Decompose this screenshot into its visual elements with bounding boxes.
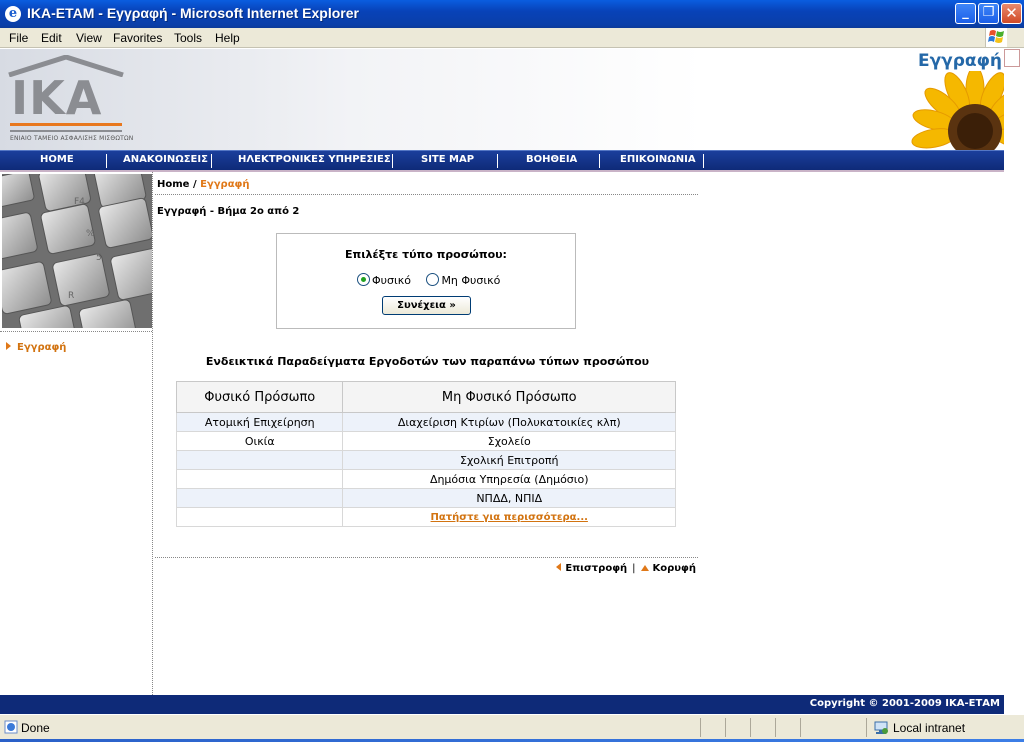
ie-icon: e [5, 6, 21, 22]
breadcrumb: Home / Εγγραφή [157, 179, 250, 190]
column-header: Φυσικό Πρόσωπο [175, 381, 344, 413]
svg-text:%: % [86, 229, 95, 239]
menu-bar: File Edit View Favorites Tools Help [0, 28, 1024, 48]
table-row: Πατήστε για περισσότερα... [175, 507, 676, 527]
table-row: Δημόσια Υπηρεσία (Δημόσιο) [175, 469, 676, 489]
radio-physical[interactable] [357, 273, 370, 286]
intranet-icon [874, 721, 888, 734]
table-cell [175, 450, 344, 470]
right-column [701, 172, 1004, 695]
table-cell: ΝΠΔΔ, ΝΠΙΔ [342, 488, 676, 508]
back-link[interactable]: Επιστροφή [565, 563, 627, 574]
svg-text:F4: F4 [74, 197, 85, 207]
radio-physical-label[interactable]: Φυσικό [372, 274, 411, 287]
step-heading: Εγγραφή - Βήμα 2ο από 2 [157, 206, 300, 217]
arrow-up-icon [640, 565, 649, 571]
person-type-options: Φυσικό Μη Φυσικό [357, 273, 512, 287]
close-icon[interactable]: ✕ [1001, 3, 1022, 24]
nav-contact[interactable]: ΕΠΙΚΟΙΝΩΝΙΑ [620, 154, 696, 165]
menu-tools[interactable]: Tools [174, 31, 202, 45]
logo-text: IKA [11, 71, 103, 125]
security-zone: Local intranet [893, 721, 966, 735]
menu-favorites[interactable]: Favorites [113, 31, 162, 45]
maximize-icon[interactable]: ❐ [978, 3, 999, 24]
nav-e-services[interactable]: ΗΛΕΚΤΡΟΝΙΚΕΣ ΥΠΗΡΕΣΙΕΣ [238, 154, 391, 165]
left-sidebar: F4 % 5 R Εγγραφή [0, 172, 153, 695]
broken-image-icon [1004, 49, 1020, 67]
main-content: Home / Εγγραφή Εγγραφή - Βήμα 2ο από 2 Ε… [155, 172, 700, 695]
logo-subtitle: ΕΝΙΑΙΟ ΤΑΜΕΙΟ ΑΣΦΑΛΙΣΗΣ ΜΙΣΘΩΤΩΝ [10, 135, 134, 142]
radio-non-physical[interactable] [426, 273, 440, 286]
arrow-right-icon [6, 342, 11, 350]
site-header: IKA ΕΝΙΑΙΟ ΤΑΜΕΙΟ ΑΣΦΑΛΙΣΗΣ ΜΙΣΘΩΤΩΝ Εγγ… [0, 49, 1005, 150]
window-title: ΙΚΑ-ΕΤΑΜ - Εγγραφή - Microsoft Internet … [27, 5, 359, 21]
nav-help[interactable]: ΒΟΗΘΕΙΑ [526, 154, 577, 165]
continue-button[interactable]: Συνέχεια » [382, 296, 471, 315]
radio-non-physical-label[interactable]: Μη Φυσικό [441, 274, 500, 287]
sidebar-link-registration[interactable]: Εγγραφή [6, 342, 66, 353]
windows-logo-icon [985, 28, 1007, 47]
page-done-icon [4, 720, 18, 734]
scrollbar-area[interactable] [1004, 49, 1024, 714]
table-cell [175, 469, 344, 489]
main-nav: HOME ΑΝΑΚΟΙΝΩΣΕΙΣ ΗΛΕΚΤΡΟΝΙΚΕΣ ΥΠΗΡΕΣΙΕΣ… [0, 150, 1004, 172]
breadcrumb-home[interactable]: Home [157, 179, 189, 190]
person-type-question: Επιλέξτε τύπο προσώπου: [345, 248, 507, 261]
table-row: ΝΠΔΔ, ΝΠΙΔ [175, 488, 676, 508]
copyright-text: Copyright © 2001-2009 ΙΚΑ-ΕΤΑΜ [809, 698, 1000, 709]
table-row: Σχολική Επιτροπή [175, 450, 676, 470]
window-title-bar[interactable]: e ΙΚΑ-ΕΤΑΜ - Εγγραφή - Microsoft Interne… [0, 0, 1024, 28]
nav-site-map[interactable]: SITE MAP [421, 154, 474, 165]
table-cell: Σχολείο [342, 431, 676, 451]
nav-announcements[interactable]: ΑΝΑΚΟΙΝΩΣΕΙΣ [123, 154, 208, 165]
table-row: Οικία Σχολείο [175, 431, 676, 451]
footer-links: Επιστροφή | Κορυφή [556, 563, 696, 574]
status-bar: Done Local intranet [0, 714, 1024, 742]
keyboard-image: F4 % 5 R [2, 174, 152, 328]
menu-view[interactable]: View [76, 31, 102, 45]
breadcrumb-current: Εγγραφή [200, 179, 250, 190]
page-title: Εγγραφή [917, 51, 1002, 71]
menu-help[interactable]: Help [215, 31, 240, 45]
menu-file[interactable]: File [9, 31, 28, 45]
person-type-form: Επιλέξτε τύπο προσώπου: Φυσικό Μη Φυσικό… [276, 233, 576, 329]
examples-title: Ενδεικτικά Παραδείγματα Εργοδοτών των πα… [205, 355, 650, 368]
table-cell: Σχολική Επιτροπή [342, 450, 676, 470]
ika-logo[interactable]: IKA ΕΝΙΑΙΟ ΤΑΜΕΙΟ ΑΣΦΑΛΙΣΗΣ ΜΙΣΘΩΤΩΝ [7, 55, 133, 147]
table-cell: Διαχείριση Κτιρίων (Πολυκατοικίες κλπ) [342, 412, 676, 432]
more-examples-link[interactable]: Πατήστε για περισσότερα... [342, 507, 676, 527]
arrow-left-icon [556, 563, 562, 571]
copyright-bar: Copyright © 2001-2009 ΙΚΑ-ΕΤΑΜ [0, 695, 1004, 714]
top-link[interactable]: Κορυφή [653, 563, 696, 574]
minimize-icon[interactable]: _ [955, 3, 976, 24]
svg-text:R: R [68, 291, 74, 301]
table-cell [175, 488, 344, 508]
sunflower-image [905, 71, 1005, 150]
examples-table: Φυσικό Πρόσωπο Μη Φυσικό Πρόσωπο Ατομική… [175, 381, 676, 527]
table-cell: Δημόσια Υπηρεσία (Δημόσιο) [342, 469, 676, 489]
table-cell: Ατομική Επιχείρηση [175, 412, 344, 432]
svg-text:5: 5 [96, 253, 102, 263]
table-cell: Οικία [175, 431, 344, 451]
menu-edit[interactable]: Edit [41, 31, 62, 45]
table-row: Ατομική Επιχείρηση Διαχείριση Κτιρίων (Π… [175, 412, 676, 432]
column-header: Μη Φυσικό Πρόσωπο [342, 381, 676, 413]
browser-page: IKA ΕΝΙΑΙΟ ΤΑΜΕΙΟ ΑΣΦΑΛΙΣΗΣ ΜΙΣΘΩΤΩΝ Εγγ… [0, 49, 1024, 714]
table-cell [175, 507, 344, 527]
status-text: Done [21, 721, 50, 735]
nav-home[interactable]: HOME [40, 154, 74, 165]
